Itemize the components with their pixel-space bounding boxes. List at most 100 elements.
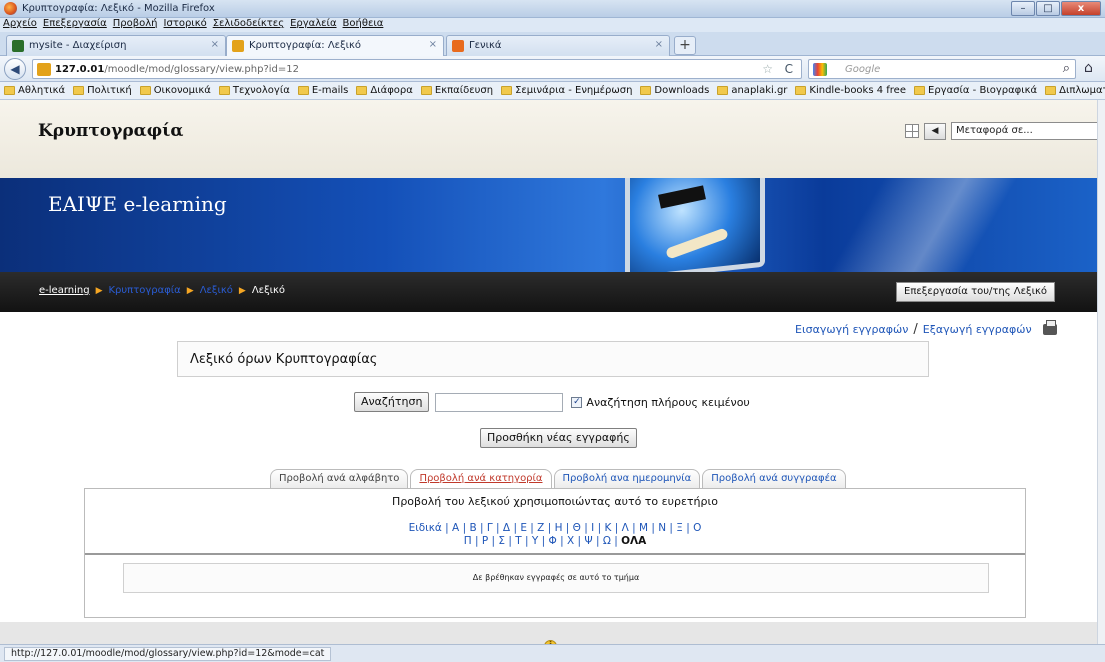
tab-mysite[interactable]: mysite - Διαχείριση × — [6, 35, 226, 56]
bookmark-folder[interactable]: E-mails — [297, 82, 348, 99]
bookmark-folder[interactable]: Εργασία - Βιογραφικά — [914, 82, 1037, 99]
alphabet-links-row-2[interactable]: Π | Ρ | Σ | Τ | Υ | Φ | Χ | Ψ | Ω | — [464, 535, 621, 547]
tab-glossary[interactable]: Κρυπτογραφία: Λεξικό × — [226, 35, 444, 57]
search-icon[interactable]: ⌕ — [1063, 61, 1070, 76]
new-tab-button[interactable]: + — [674, 36, 696, 55]
folder-icon — [356, 86, 368, 95]
menu-tools[interactable]: Εργαλεία — [290, 18, 336, 32]
glossary-panel: Προβολή του λεξικού χρησιμοποιώντας αυτό… — [84, 488, 1026, 618]
course-title: Κρυπτογραφία — [38, 121, 184, 141]
alphabet-links-row-1[interactable]: Ειδικά | Α | Β | Γ | Δ | Ε | Ζ | Η | Θ |… — [85, 522, 1025, 535]
add-entry-button[interactable]: Προσθήκη νέας εγγραφής — [480, 428, 637, 448]
link-separator: / — [913, 322, 918, 337]
bookmark-folder[interactable]: Τεχνολογία — [218, 82, 290, 99]
tab-label: Κρυπτογραφία: Λεξικό — [249, 40, 362, 51]
all-entries-link[interactable]: ΟΛΑ — [621, 535, 646, 547]
no-entries-message: Δε βρέθηκαν εγγραφές σε αυτό το τμήμα — [472, 573, 640, 582]
moodle-icon — [232, 40, 244, 52]
breadcrumb-bar: e-learning ▶ Κρυπτογραφία ▶ Λεξικό ▶ Λεξ… — [0, 272, 1097, 312]
minimize-button[interactable]: – — [1011, 1, 1035, 16]
folder-icon — [218, 86, 230, 95]
jump-select-value: Μεταφορά σε... — [956, 125, 1033, 136]
jump-menu: ◀ Μεταφορά σε... ▼ ▶ — [905, 122, 1097, 140]
back-button[interactable]: ◀ — [4, 58, 26, 80]
tab-by-category[interactable]: Προβολή ανά κατηγορία — [410, 469, 552, 488]
tab-by-date[interactable]: Προβολή ανα ημερομηνία — [553, 469, 701, 488]
bookmark-folder[interactable]: Οικονομικά — [139, 82, 211, 99]
tab-by-author[interactable]: Προβολή ανά συγγραφέα — [702, 469, 846, 488]
edit-glossary-button[interactable]: Επεξεργασία του/της Λεξικό — [896, 282, 1055, 302]
bookmarks-toolbar: Αθλητικά Πολιτική Οικονομικά Τεχνολογία … — [0, 82, 1105, 100]
bookmark-folder[interactable]: Εκπαίδευση — [420, 82, 493, 99]
bookmark-folder[interactable]: Σεμινάρια - Ενημέρωση — [501, 82, 632, 99]
import-export-links: Εισαγωγή εγγραφών / Εξαγωγή εγγραφών — [795, 320, 1057, 337]
site-identity-icon[interactable] — [37, 63, 51, 76]
menu-help[interactable]: Βοήθεια — [343, 18, 384, 32]
tab-strip: mysite - Διαχείριση × Κρυπτογραφία: Λεξι… — [0, 32, 1105, 57]
breadcrumb-course-link[interactable]: Κρυπτογραφία — [108, 285, 180, 296]
banner-title: ΕΑΙΨΕ e-learning — [48, 192, 227, 216]
folder-icon — [297, 86, 309, 95]
page-header: Κρυπτογραφία ◀ Μεταφορά σε... ▼ ▶ — [0, 100, 1097, 178]
breadcrumb-arrow-icon: ▶ — [95, 285, 103, 296]
tab-by-alphabet[interactable]: Προβολή ανά αλφάβητο — [270, 469, 409, 488]
monitor-graduation-image — [615, 178, 775, 272]
menu-view[interactable]: Προβολή — [113, 18, 158, 32]
tab-general[interactable]: Γενικά × — [446, 35, 670, 56]
bookmark-folder[interactable]: Πολιτική — [73, 82, 132, 99]
block-grid-icon[interactable] — [905, 124, 919, 138]
panel-description: Προβολή του λεξικού χρησιμοποιώντας αυτό… — [392, 495, 718, 508]
close-tab-icon[interactable]: × — [429, 39, 437, 50]
menu-bookmarks[interactable]: Σελιδοδείκτες — [213, 18, 284, 32]
bookmark-star-icon[interactable]: ☆ — [762, 62, 773, 76]
bookmark-folder[interactable]: Διπλωματική — [1045, 82, 1105, 99]
divider — [85, 553, 1025, 555]
status-bar: http://127.0.01/moodle/mod/glossary/view… — [0, 644, 1105, 662]
bookmark-folder[interactable]: anaplaki.gr — [717, 82, 787, 99]
site-admin-icon — [12, 40, 24, 52]
maximize-button[interactable]: □ — [1036, 1, 1060, 16]
url-bar[interactable]: 127.0.01/moodle/mod/glossary/view.php?id… — [32, 59, 802, 79]
breadcrumb-arrow-icon: ▶ — [238, 285, 246, 296]
breadcrumb-module-link[interactable]: Λεξικό — [200, 285, 233, 296]
close-window-button[interactable]: x — [1061, 1, 1101, 16]
glossary-intro-box: Λεξικό όρων Κρυπτογραφίας — [177, 341, 929, 377]
firefox-icon — [4, 2, 17, 15]
folder-icon — [4, 86, 15, 95]
menu-history[interactable]: Ιστορικό — [164, 18, 207, 32]
fulltext-label: Αναζήτηση πλήρους κειμένου — [586, 395, 750, 409]
printer-icon[interactable] — [1042, 320, 1057, 335]
folder-icon — [1045, 86, 1057, 95]
export-entries-link[interactable]: Εξαγωγή εγγραφών — [923, 323, 1032, 336]
search-input[interactable] — [435, 392, 564, 412]
folder-icon — [501, 86, 513, 95]
folder-icon — [914, 86, 925, 95]
folder-icon — [139, 86, 151, 95]
close-tab-icon[interactable]: × — [655, 39, 663, 50]
folder-icon — [795, 86, 807, 95]
home-icon[interactable]: ⌂ — [1084, 60, 1093, 76]
menu-file[interactable]: Αρχείο — [3, 18, 37, 32]
vertical-scrollbar[interactable] — [1097, 100, 1105, 644]
bookmark-folder[interactable]: Downloads — [640, 82, 709, 99]
breadcrumb-home-link[interactable]: e-learning — [39, 285, 90, 296]
jump-to-select[interactable]: Μεταφορά σε... ▼ — [951, 122, 1097, 140]
folder-icon — [717, 86, 729, 95]
breadcrumb-arrow-icon: ▶ — [186, 285, 194, 296]
import-entries-link[interactable]: Εισαγωγή εγγραφών — [795, 323, 908, 336]
close-tab-icon[interactable]: × — [211, 39, 219, 50]
previous-activity-button[interactable]: ◀ — [924, 122, 946, 140]
url-text: 127.0.01/moodle/mod/glossary/view.php?id… — [55, 64, 299, 75]
search-button[interactable]: Αναζήτηση — [354, 392, 430, 412]
bookmark-folder[interactable]: Kindle-books 4 free — [795, 82, 906, 99]
bookmark-folder[interactable]: Αθλητικά — [4, 82, 65, 99]
reload-icon[interactable]: C — [785, 62, 793, 76]
menu-edit[interactable]: Επεξεργασία — [43, 18, 107, 32]
breadcrumb: e-learning ▶ Κρυπτογραφία ▶ Λεξικό ▶ Λεξ… — [39, 285, 285, 296]
fulltext-checkbox[interactable]: ✓ — [571, 396, 583, 408]
search-bar[interactable]: Google ⌕ — [808, 59, 1076, 79]
breadcrumb-current: Λεξικό — [251, 285, 286, 296]
status-url: http://127.0.01/moodle/mod/glossary/view… — [4, 647, 332, 661]
bookmark-folder[interactable]: Διάφορα — [356, 82, 413, 99]
google-icon[interactable] — [813, 63, 827, 76]
